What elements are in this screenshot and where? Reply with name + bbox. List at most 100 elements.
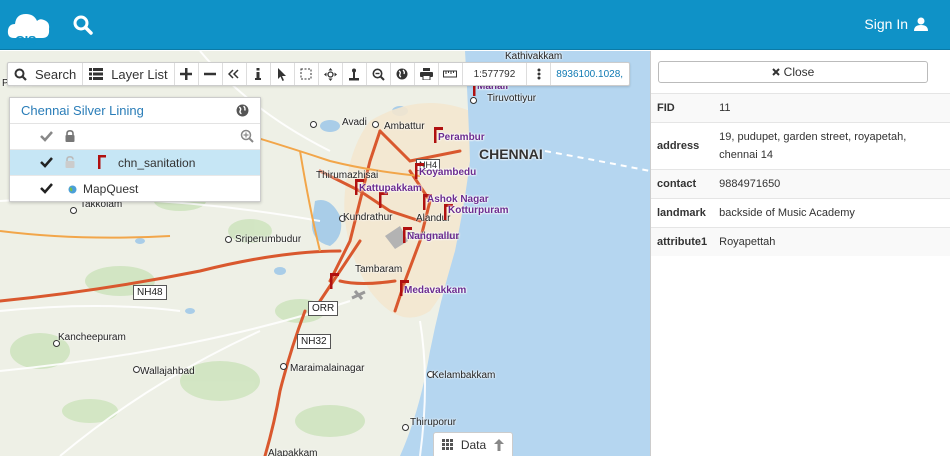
select-button[interactable] — [271, 63, 295, 85]
checkmark-icon[interactable] — [40, 130, 53, 142]
place-label: Ambattur — [384, 121, 425, 132]
double-chevron-left-icon — [228, 69, 239, 79]
sign-in-label: Sign In — [864, 16, 908, 32]
list-icon — [89, 68, 104, 80]
globe-icon[interactable] — [236, 104, 249, 117]
grid-icon — [442, 439, 453, 450]
unlock-icon[interactable] — [65, 156, 75, 168]
scale-text: 1:577792 — [473, 68, 516, 80]
checkmark-icon[interactable] — [40, 156, 53, 168]
attribute-table: FID 11 address 19, pudupet, garden street, … — [651, 93, 950, 256]
globe-icon — [396, 68, 408, 80]
close-label: Close — [783, 65, 815, 79]
place-label: Tambaram — [355, 264, 403, 275]
attribute-key: contact — [651, 169, 714, 199]
attribute-row: attribute1 Royapettah — [651, 227, 950, 256]
attribute-value: 11 — [713, 93, 950, 123]
ruler-icon — [443, 70, 458, 78]
highway-shield: NH48 — [133, 285, 167, 300]
attribute-key: FID — [651, 93, 714, 123]
search-button[interactable]: Search — [8, 63, 84, 85]
attribute-value: 19, pudupet, garden street, royapetah, c… — [713, 122, 950, 170]
data-table-toggle[interactable]: Data — [433, 432, 513, 456]
place-dot — [133, 366, 140, 373]
layer-row-mapquest[interactable]: MapQuest — [10, 176, 260, 202]
poi-label: Nangnallur — [407, 231, 460, 242]
place-dot — [70, 207, 77, 214]
zoom-extent-button[interactable] — [367, 63, 391, 85]
poi-flag-icon[interactable] — [330, 273, 342, 289]
place-dot — [225, 236, 232, 243]
attribute-row: contact 9884971650 — [651, 169, 950, 199]
layer-list-button[interactable]: Layer List — [83, 63, 175, 85]
zoom-to-layer-icon[interactable] — [240, 129, 254, 143]
anchor-icon — [349, 68, 360, 80]
coordinate-display: 8936100.1028, — [551, 63, 629, 85]
previous-extent-button[interactable] — [223, 63, 247, 85]
attribute-row: FID 11 — [651, 93, 950, 123]
app-header: GIS Sign In — [0, 0, 950, 50]
box-select-button[interactable] — [295, 63, 319, 85]
poi-label: Koyambedu — [419, 167, 477, 178]
user-icon — [914, 17, 928, 31]
info-button[interactable] — [247, 63, 271, 85]
poi-label: Perambur — [438, 132, 485, 143]
map-toolbar: Search Layer List 1:577792 8936100.1028, — [7, 62, 631, 86]
measure-button[interactable] — [439, 63, 463, 85]
poi-flag-icon[interactable] — [379, 192, 391, 208]
place-label: Tiruvottiyur — [487, 93, 537, 104]
header-search-icon[interactable] — [72, 14, 94, 36]
city-label-chennai: CHENNAI — [479, 146, 543, 162]
poi-label: Kotturpuram — [448, 205, 509, 216]
layer-list-label: Layer List — [111, 66, 168, 82]
pan-button[interactable] — [319, 63, 343, 85]
highway-shield: ORR — [308, 301, 339, 316]
lock-icon[interactable] — [65, 130, 75, 142]
place-label: Thiruporur — [410, 417, 457, 428]
place-label: Alapakkam — [268, 448, 318, 456]
checkmark-icon[interactable] — [40, 182, 53, 194]
search-icon — [14, 68, 27, 81]
attribute-key: landmark — [651, 198, 714, 228]
zoom-out-button[interactable] — [199, 63, 223, 85]
place-dot — [310, 121, 317, 128]
poi-label: Kattupakkam — [359, 183, 422, 194]
logo-text: GIS — [15, 33, 36, 48]
gis-cloud-logo[interactable]: GIS — [6, 8, 52, 48]
coordinate-text: 8936100.1028, — [556, 68, 624, 80]
cursor-icon — [278, 67, 287, 81]
attribute-key: address — [651, 122, 714, 170]
layer-row-group[interactable] — [10, 124, 260, 150]
layer-row-chn-sanitation[interactable]: chn_sanitation — [10, 150, 260, 176]
data-label: Data — [460, 437, 487, 452]
print-icon — [419, 68, 433, 80]
place-label: Thirumazhisai — [316, 170, 379, 181]
place-dot — [402, 424, 409, 431]
place-label: Kancheepuram — [58, 332, 126, 343]
close-button[interactable]: Close — [658, 61, 928, 83]
print-button[interactable] — [415, 63, 439, 85]
basemap-globe-icon — [68, 185, 77, 194]
plus-icon — [180, 68, 193, 80]
attribute-row: landmark backside of Music Academy — [651, 198, 950, 228]
search-label: Search — [35, 66, 77, 82]
basemap-button[interactable] — [391, 63, 415, 85]
attribute-value: Royapettah — [713, 227, 950, 256]
layer-panel-header: Chennai Silver Lining — [10, 98, 260, 124]
poi-label: Medavakkam — [404, 285, 467, 296]
place-marker-button[interactable] — [343, 63, 367, 85]
more-options-button[interactable] — [527, 63, 552, 85]
arrow-up-icon — [493, 438, 504, 451]
attribute-value: backside of Music Academy — [713, 198, 950, 228]
minus-icon — [204, 72, 217, 76]
feature-info-panel: Close FID 11 address 19, pudupet, garden st… — [650, 51, 950, 456]
zoom-minus-icon — [372, 68, 385, 81]
zoom-in-button[interactable] — [175, 63, 199, 85]
place-label: Avadi — [342, 117, 367, 128]
attribute-value: 9884971650 — [713, 169, 950, 199]
place-label: Kundrathur — [343, 212, 393, 223]
sign-in-button[interactable]: Sign In — [864, 16, 928, 32]
info-icon — [255, 68, 262, 80]
place-label: Sriperumbudur — [235, 234, 302, 245]
place-dot — [372, 121, 379, 128]
